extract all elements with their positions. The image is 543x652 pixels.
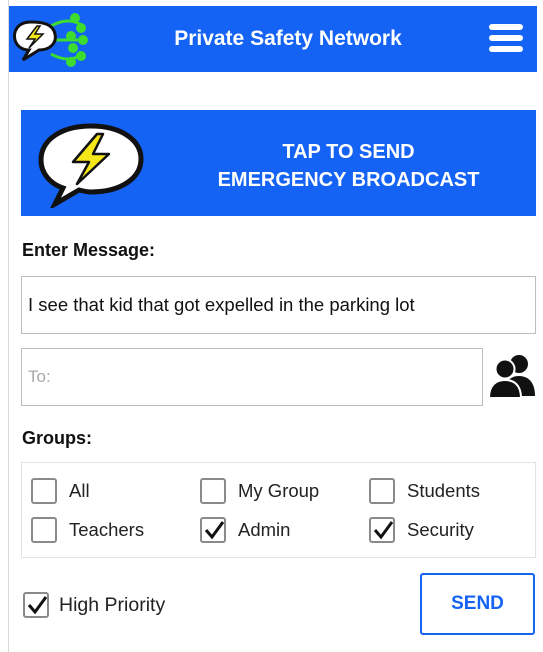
group-teachers[interactable]: Teachers [31,515,144,545]
hamburger-menu-icon[interactable] [489,24,523,54]
recipient-input[interactable]: To: [21,348,483,406]
checkbox-checked[interactable] [23,592,49,618]
high-priority-toggle[interactable]: High Priority [23,590,165,620]
group-students[interactable]: Students [369,476,480,506]
app-header: Private Safety Network [9,6,537,72]
broadcast-line2: EMERGENCY BROADCAST [217,169,480,191]
checkbox[interactable] [200,478,226,504]
group-label: Security [407,519,474,540]
checkmark-icon [373,521,394,540]
group-label: All [69,480,90,501]
group-label: Admin [238,519,291,540]
group-label: Teachers [69,519,145,540]
checkmark-icon [204,521,225,540]
emergency-broadcast-button[interactable]: TAP TO SEND EMERGENCY BROADCAST [21,110,536,216]
checkmark-icon [27,596,48,615]
checkbox-checked[interactable] [369,517,395,543]
group-my-group[interactable]: My Group [200,476,319,506]
checkbox[interactable] [31,517,57,543]
checkbox[interactable] [31,478,57,504]
group-security[interactable]: Security [369,515,474,545]
high-priority-label: High Priority [59,593,166,616]
send-button[interactable]: SEND [420,573,535,635]
group-admin[interactable]: Admin [200,515,290,545]
message-label: Enter Message: [22,240,156,260]
app-title: Private Safety Network [174,27,402,50]
group-label: Students [407,480,481,501]
window-left-edge [0,0,9,652]
groups-panel: All My Group Students Teachers Admin Sec… [21,462,536,558]
checkbox[interactable] [369,478,395,504]
broadcast-line1: TAP TO SEND [282,141,415,163]
checkbox-checked[interactable] [200,517,226,543]
message-input[interactable]: I see that kid that got expelled in the … [21,276,536,334]
group-all[interactable]: All [31,476,90,506]
window-right-edge [537,0,543,652]
lightning-speech-bubble-icon [38,123,144,208]
contacts-icon[interactable] [488,352,536,398]
group-label: My Group [238,480,320,501]
groups-label: Groups: [22,428,92,448]
